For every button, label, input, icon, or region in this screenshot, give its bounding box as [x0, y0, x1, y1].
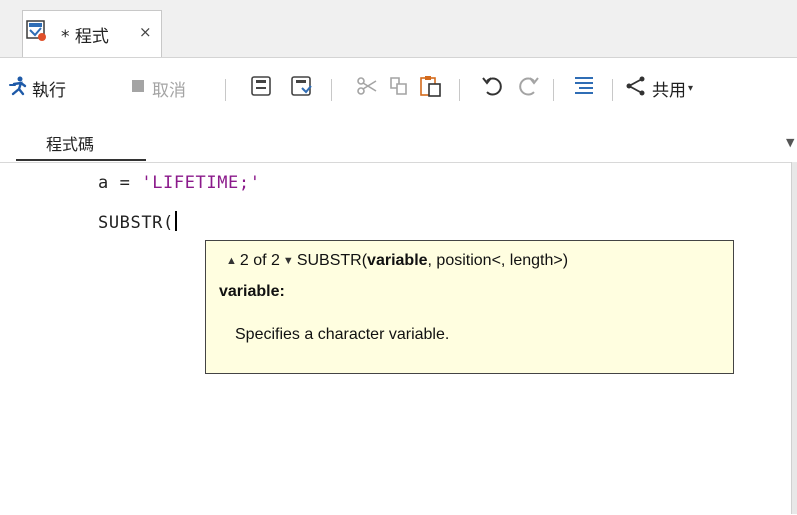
- code-identifier: a: [98, 173, 109, 193]
- overload-counter: 2 of 2: [239, 252, 280, 269]
- signature-rest: , position<, length>): [427, 252, 569, 269]
- vertical-scrollbar[interactable]: [791, 162, 797, 514]
- format-code-button[interactable]: [573, 76, 597, 100]
- copy-button[interactable]: [388, 76, 410, 100]
- code-line-1: a = 'LIFETIME;': [98, 173, 261, 193]
- scissors-icon: [356, 75, 378, 101]
- redo-button[interactable]: [516, 76, 540, 100]
- save-as-icon: [290, 75, 314, 101]
- format-icon: [573, 74, 597, 102]
- run-icon: [8, 76, 28, 100]
- save-as-button[interactable]: [290, 76, 314, 100]
- toolbar-divider: [225, 79, 226, 101]
- previous-overload-icon[interactable]: ▲: [223, 255, 240, 267]
- share-label: 共用: [652, 80, 686, 101]
- chevron-down-icon: ▾: [688, 82, 694, 94]
- next-overload-icon[interactable]: ▼: [280, 255, 297, 267]
- cancel-button[interactable]: 取消: [130, 76, 186, 101]
- toolbar-divider: [612, 79, 613, 101]
- cancel-label: 取消: [152, 80, 186, 101]
- program-icon: [26, 20, 48, 42]
- signature-help-tooltip: ▲ 2 of 2 ▼ SUBSTR(variable, position<, l…: [205, 240, 734, 374]
- toolbar-divider: [331, 79, 332, 101]
- stop-icon: [130, 78, 146, 98]
- paste-button[interactable]: [419, 76, 443, 100]
- save-button[interactable]: [250, 76, 272, 100]
- share-icon: [625, 75, 647, 101]
- paste-icon: [419, 74, 443, 102]
- undo-button[interactable]: [481, 76, 505, 100]
- signature-active-param: variable: [367, 252, 428, 269]
- redo-icon: [516, 75, 540, 101]
- code-string: 'LIFETIME;': [141, 173, 261, 193]
- tab-underline: [16, 159, 146, 161]
- run-label: 執行: [32, 80, 66, 101]
- undo-icon: [481, 75, 505, 101]
- code-line-2: SUBSTR(: [98, 211, 177, 233]
- tab-bar: * 程式 ×: [0, 0, 797, 58]
- toolbar-divider: [553, 79, 554, 101]
- tab-title: * 程式: [61, 27, 109, 47]
- parameter-description: Specifies a character variable.: [235, 326, 450, 343]
- code-operator: =: [108, 173, 142, 193]
- text-cursor: [174, 211, 177, 231]
- tab-code[interactable]: 程式碼: [46, 131, 94, 155]
- parameter-name: variable:: [219, 283, 285, 300]
- copy-icon: [388, 75, 410, 101]
- close-icon[interactable]: ×: [139, 23, 152, 41]
- program-tab[interactable]: * 程式 ×: [22, 10, 162, 57]
- signature-line: ▲ 2 of 2 ▼ SUBSTR(variable, position<, l…: [223, 252, 568, 270]
- chevron-down-icon[interactable]: ▼: [786, 136, 794, 149]
- code-function: SUBSTR(: [98, 213, 174, 233]
- signature-function: SUBSTR(: [296, 252, 368, 269]
- share-button[interactable]: 共用 ▾: [625, 75, 694, 101]
- toolbar: 執行 取消 共用 ▾: [0, 68, 797, 108]
- code-subtab-bar: 程式碼 ▼: [0, 126, 797, 161]
- run-button[interactable]: 執行: [8, 76, 66, 101]
- save-icon: [250, 75, 272, 101]
- cut-button[interactable]: [356, 76, 378, 100]
- toolbar-divider: [459, 79, 460, 101]
